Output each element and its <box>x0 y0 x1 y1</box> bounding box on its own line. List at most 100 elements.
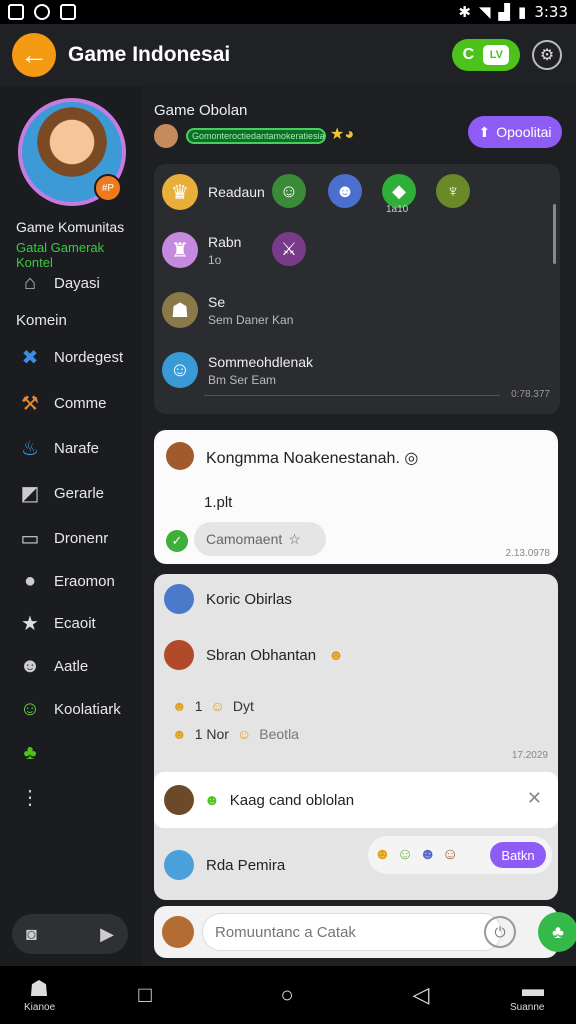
thread-row[interactable]: Sbran Obhantan ☻ <box>164 640 344 670</box>
call-button[interactable]: C LV <box>452 39 520 71</box>
handshake-icon: ✖ <box>21 346 39 369</box>
clock: 3:33 <box>534 3 568 21</box>
pin-icon: ⬆ <box>478 123 491 140</box>
sidebar-item-label: Comme <box>54 394 107 412</box>
battery-icon: ▮ <box>518 3 527 21</box>
goblin-icon[interactable]: ☺ <box>272 174 306 208</box>
reaction-label: 1 Nor <box>194 726 229 742</box>
chart-icon: ◩ <box>20 482 40 505</box>
sidebar-item-nordegest[interactable]: ✖ Nordegest <box>16 344 124 370</box>
emoji-strip[interactable]: ☻ ☺ ☻ ☺ Batkn <box>368 836 552 874</box>
signal-icon: ▟ <box>498 3 511 21</box>
close-icon[interactable]: ✕ <box>527 788 542 809</box>
warrior-icon[interactable]: ☻ <box>328 174 362 208</box>
mic-button[interactable]: ⏻ <box>484 916 516 948</box>
media-pill[interactable]: ◙ ▶ <box>12 914 128 954</box>
reaction-row[interactable]: ☻ 1 ☺ Dyt <box>172 698 254 714</box>
home-icon[interactable]: ○ <box>274 982 300 1008</box>
sidebar-item-koolatiark[interactable]: ☺ Koolatiark <box>16 696 121 722</box>
thread-row[interactable]: Koric Obirlas <box>164 584 292 614</box>
dragon-icon[interactable]: ♆ <box>436 174 470 208</box>
knight-icon[interactable]: ⚔ <box>272 232 306 266</box>
star-icon: ★◕ <box>330 126 355 143</box>
puzzle-icon: ♣ <box>23 741 37 764</box>
emoji-icon: ☻ <box>172 698 187 714</box>
settings-button[interactable]: ⚙ <box>532 40 562 70</box>
sidebar: #P Game Komunitas Gatal Gamerak Kontel ⌂… <box>0 86 142 966</box>
fire-icon: ♨ <box>21 437 39 460</box>
camera-icon[interactable]: ◙ <box>26 924 37 945</box>
more-vertical-icon: ⋮ <box>20 786 40 809</box>
reply-row[interactable]: Rda Pemira <box>164 850 285 880</box>
game-caption: 1a10 <box>386 204 409 215</box>
community-name: Game Komunitas <box>16 219 125 235</box>
thread-title: Sbran Obhantan <box>206 646 317 664</box>
wifi-icon: ◥ <box>478 3 491 21</box>
message-title: Kongmma Noakenestanah. ◎ <box>206 450 419 467</box>
check-icon[interactable]: ✓ <box>166 530 188 552</box>
sidebar-item-narafe[interactable]: ♨ Narafe <box>16 435 99 461</box>
more-options[interactable]: ⋮ <box>16 784 44 810</box>
robot-icon: ☻ <box>19 654 41 677</box>
mage-icon: ♜ <box>162 232 198 268</box>
game-row[interactable]: ♜ Rabn 1o <box>162 232 241 268</box>
gem-icon[interactable]: ◆ <box>382 174 416 208</box>
draft-bar[interactable]: ☻ Kaag cand oblolan ✕ <box>154 772 558 828</box>
record-icon <box>34 4 50 20</box>
emoji-icon: ☻ <box>204 791 220 809</box>
sidebar-item-gerarle[interactable]: ◩ Gerarle <box>16 480 104 506</box>
people-icon: ♣ <box>552 921 564 942</box>
sidebar-item-aatle[interactable]: ☻ Aatle <box>16 653 88 679</box>
action-button[interactable]: Batkn <box>490 842 546 868</box>
open-button[interactable]: ⬆ Opoolitai <box>468 116 562 148</box>
home-app-icon[interactable]: ☗ <box>26 976 52 1002</box>
phone-icon: C <box>462 46 475 63</box>
game-row[interactable]: ☗ Se Sem Daner Kan <box>162 292 293 328</box>
sidebar-item-dronenr[interactable]: ▭ Dronenr <box>16 525 109 551</box>
game-row[interactable]: ♛ Readaun <box>162 174 265 210</box>
folder-icon: ▭ <box>20 527 40 550</box>
nav-caption: Kianoe <box>24 1002 56 1013</box>
app-bar: ← Game Indonesai C LV ⚙ <box>0 24 576 86</box>
video-icon: LV <box>483 45 510 65</box>
sidebar-item-eraomon[interactable]: ● Eraomon <box>16 568 115 594</box>
message-card[interactable]: Kongmma Noakenestanah. ◎ 1.plt ✓ Camomae… <box>154 430 558 564</box>
send-button[interactable]: ♣ <box>538 912 576 952</box>
sidebar-item-add[interactable]: ♣ <box>16 740 44 766</box>
composer: ⏻ ♣ <box>154 906 576 958</box>
scrollbar[interactable] <box>553 204 556 264</box>
back-button[interactable]: ← <box>12 33 56 77</box>
avatar <box>164 850 194 880</box>
section-label: Komein <box>16 312 67 329</box>
arrow-left-icon: ← <box>20 39 48 70</box>
crown-icon: ♛ <box>162 174 198 210</box>
star-icon: ☆ <box>288 530 301 547</box>
message-input[interactable] <box>202 913 502 951</box>
reaction-row[interactable]: ☻ 1 Nor ☺ Beotla <box>172 726 299 742</box>
sidebar-item-comme[interactable]: ⚒ Comme <box>16 390 107 416</box>
emoji-icon: ☻ <box>172 726 187 742</box>
emoji-icon: ☺ <box>210 698 225 714</box>
game-row[interactable]: ☺ Sommeohdlenak Bm Ser Eam <box>162 352 313 388</box>
thread-title: Koric Obirlas <box>206 590 292 608</box>
sidebar-item-dayasi[interactable]: ⌂ Dayasi <box>16 270 100 296</box>
comment-button[interactable]: Camomaent ☆ <box>194 522 326 556</box>
emoji-icon[interactable]: ☻ <box>374 846 391 864</box>
hammer-icon: ⚒ <box>21 392 39 415</box>
recents-icon[interactable]: □ <box>132 982 158 1008</box>
emoji-icon[interactable]: ☻ <box>419 846 436 864</box>
sidebar-item-label: Aatle <box>54 657 89 675</box>
back-icon[interactable]: ◁ <box>408 982 434 1008</box>
sidebar-item-label: Nordegest <box>54 348 124 366</box>
game-card: ♛ Readaun ☺ ☻ ◆ 1a10 ♆ ♜ Rabn 1o ⚔ ☗ Se … <box>154 164 560 414</box>
emoji-icon[interactable]: ☺ <box>442 846 458 864</box>
card-timestamp: 0:78.377 <box>511 389 550 400</box>
comment-label: Camomaent <box>206 531 283 547</box>
reaction-count: 1 <box>194 698 203 714</box>
play-icon[interactable]: ▶ <box>100 924 114 945</box>
sidebar-item-label: Gerarle <box>54 484 105 502</box>
emoji-icon[interactable]: ☺ <box>397 846 413 864</box>
sidebar-item-ecaoit[interactable]: ★ Ecaoit <box>16 610 96 636</box>
store-icon[interactable]: ▬ <box>520 976 546 1002</box>
frog-icon: ☺ <box>19 697 41 720</box>
